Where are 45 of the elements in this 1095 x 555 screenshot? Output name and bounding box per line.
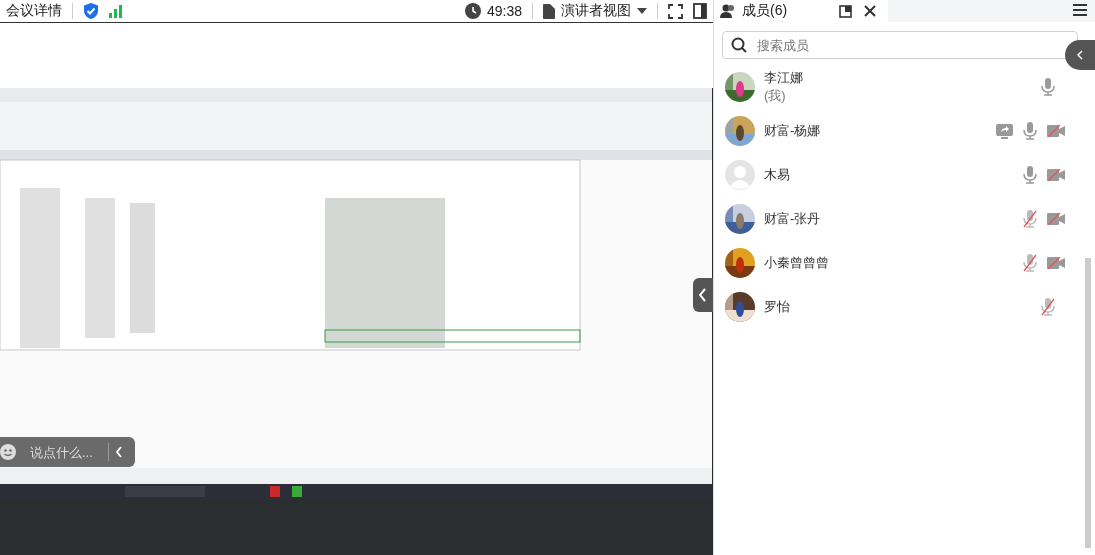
member-name: 财富-张丹 (764, 210, 822, 228)
camera-off-icon[interactable] (1047, 125, 1065, 137)
member-note: (我) (764, 87, 787, 105)
microphone-icon[interactable] (1041, 78, 1055, 96)
sidebar-icon[interactable] (693, 3, 707, 19)
people-icon (720, 4, 736, 18)
member-name: 李江娜 (764, 69, 804, 87)
menu-icon[interactable] (1073, 4, 1087, 16)
microphone-icon[interactable] (1023, 122, 1037, 140)
search-field[interactable]: 搜索成员 (722, 31, 1078, 59)
microphone-icon[interactable] (1023, 166, 1037, 184)
signal-icon[interactable] (109, 4, 123, 18)
shield-icon[interactable] (83, 2, 99, 20)
member-name: 财富-杨娜 (764, 122, 822, 140)
chevron-left-icon (1077, 50, 1083, 60)
caret-icon (637, 8, 647, 14)
default-avatar (725, 160, 755, 190)
chat-text-input[interactable]: 说点什么... (28, 443, 102, 461)
members-tab[interactable]: 成员(6) (720, 2, 788, 20)
close-icon[interactable] (864, 5, 877, 17)
chevron-left-icon (699, 288, 707, 302)
member-name: 木易 (764, 166, 791, 184)
camera-off-icon[interactable] (1047, 169, 1065, 181)
popout-icon[interactable] (839, 4, 853, 18)
fullscreen-icon[interactable] (668, 3, 683, 19)
collapse-panel-button[interactable] (1065, 40, 1095, 70)
scrollbar[interactable] (1085, 258, 1091, 548)
member-name: 小秦曾曾曾 (764, 254, 830, 272)
chat-input[interactable]: 说点什么... (0, 437, 135, 467)
meeting-title[interactable]: 会议详情 (6, 2, 62, 20)
collapse-button[interactable] (693, 278, 713, 312)
emoji-icon[interactable] (0, 444, 16, 460)
muted-microphone-icon[interactable] (1041, 298, 1055, 316)
muted-microphone-icon[interactable] (1023, 210, 1037, 228)
chevron-left-icon[interactable] (115, 446, 123, 458)
search-icon (731, 37, 747, 53)
search-input[interactable]: 搜索成员 (755, 36, 1069, 54)
member-name: 罗怡 (764, 298, 791, 316)
meeting-timer: 49:38 (486, 3, 522, 19)
clock-icon (464, 3, 481, 19)
document-icon (543, 3, 555, 19)
muted-microphone-icon[interactable] (1023, 254, 1037, 272)
camera-off-icon[interactable] (1047, 213, 1065, 225)
view-mode-button[interactable]: 演讲者视图 (543, 2, 647, 20)
camera-off-icon[interactable] (1047, 257, 1065, 269)
